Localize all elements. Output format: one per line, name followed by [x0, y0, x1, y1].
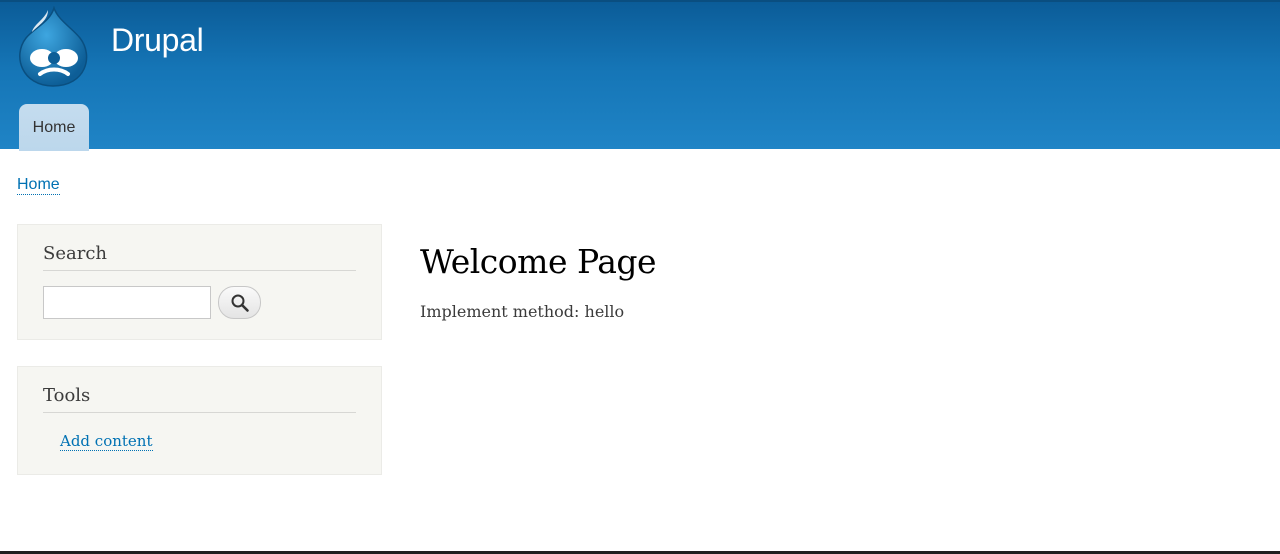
page-title: Welcome Page	[420, 242, 657, 281]
breadcrumb-home-link[interactable]: Home	[17, 176, 60, 195]
menu-tab-home[interactable]: Home	[19, 104, 89, 151]
search-icon	[231, 294, 249, 312]
search-button[interactable]	[218, 286, 261, 319]
drupal-drop-icon[interactable]	[14, 6, 92, 88]
search-block-title: Search	[43, 243, 356, 271]
site-name-link[interactable]: Drupal	[111, 22, 204, 59]
breadcrumb: Home	[17, 176, 60, 195]
page-body-text: Implement method: hello	[420, 302, 625, 321]
main-menu: Home	[19, 104, 89, 151]
tools-block: Tools Add content	[17, 366, 382, 475]
search-block: Search	[17, 224, 382, 340]
add-content-link[interactable]: Add content	[60, 432, 153, 451]
tools-block-title: Tools	[43, 385, 356, 413]
search-input[interactable]	[43, 286, 211, 319]
site-header: Drupal Home	[0, 0, 1280, 151]
